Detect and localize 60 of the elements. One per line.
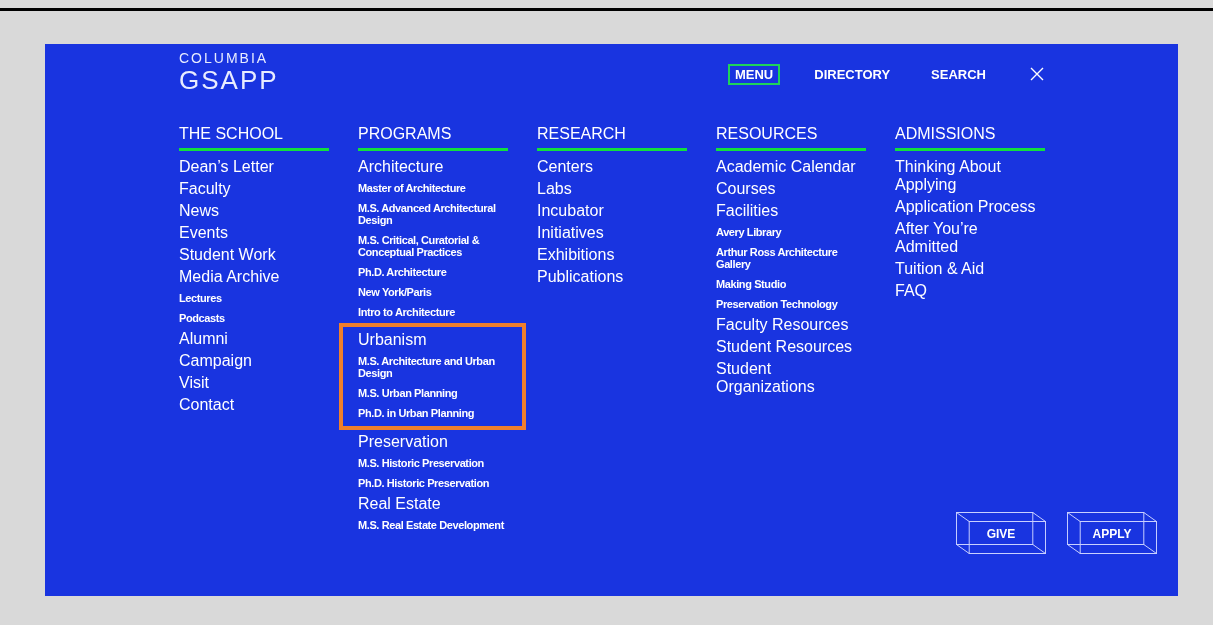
subsection-link[interactable]: Lectures [179, 288, 222, 308]
subsection-link[interactable]: M.S. Critical, Curatorial & Conceptual Practices [358, 230, 508, 262]
section-link[interactable]: Publications [537, 266, 624, 288]
close-icon[interactable] [1030, 67, 1044, 81]
section-link[interactable]: Centers [537, 156, 594, 178]
subsection-link[interactable]: Ph.D. Historic Preservation [358, 473, 490, 493]
subsection-link[interactable]: M.S. Historic Preservation [358, 453, 484, 473]
section-link[interactable]: Facilities [716, 200, 779, 222]
nav-link[interactable]: MENU [727, 63, 781, 85]
section-link[interactable]: Thinking About Applying [895, 156, 1040, 196]
nav-link[interactable]: DIRECTORY [807, 63, 898, 85]
section-link[interactable]: Events [179, 222, 228, 244]
section-link[interactable]: Media Archive [179, 266, 280, 288]
subsection-link[interactable]: M.S. Architecture and Urban Design [358, 351, 508, 383]
logo-text[interactable]: GSAPP [179, 66, 279, 94]
section-link[interactable]: Faculty Resources [716, 314, 849, 336]
section-link[interactable]: Faculty [179, 178, 231, 200]
subsection-link[interactable]: Making Studio [716, 274, 786, 294]
section-link[interactable]: Architecture [358, 156, 444, 178]
section-link[interactable]: FAQ [895, 280, 927, 302]
column-heading: RESEARCH [537, 124, 626, 144]
section-link[interactable]: Alumni [179, 328, 228, 350]
section-link[interactable]: Academic Calendar [716, 156, 856, 178]
column-heading: ADMISSIONS [895, 124, 996, 144]
section-link[interactable]: Tuition & Aid [895, 258, 985, 280]
section-link[interactable]: Courses [716, 178, 776, 200]
section-link[interactable]: Contact [179, 394, 235, 416]
subsection-link[interactable]: Preservation Technology [716, 294, 838, 314]
subsection-link[interactable]: Podcasts [179, 308, 225, 328]
section-link[interactable]: Application Process [895, 196, 1036, 218]
section-link[interactable]: Initiatives [537, 222, 604, 244]
section-link[interactable]: Incubator [537, 200, 604, 222]
section-link[interactable]: Real Estate [358, 493, 441, 515]
section-link[interactable]: Labs [537, 178, 572, 200]
column-heading: THE SCHOOL [179, 124, 283, 144]
subsection-link[interactable]: Arthur Ross Architecture Gallery [716, 242, 866, 274]
section-link[interactable]: Student Work [179, 244, 276, 266]
subsection-link[interactable]: Ph.D. in Urban Planning [358, 403, 475, 423]
section-link[interactable]: Exhibitions [537, 244, 615, 266]
section-link[interactable]: Campaign [179, 350, 252, 372]
subsection-link[interactable]: New York/Paris [358, 282, 432, 302]
subsection-link[interactable]: M.S. Advanced Architectural Design [358, 198, 508, 230]
subsection-link[interactable]: M.S. Real Estate Development [358, 515, 504, 535]
subsection-link[interactable]: M.S. Urban Planning [358, 383, 458, 403]
column-heading: PROGRAMS [358, 124, 452, 144]
section-link[interactable]: After You’re Admitted [895, 218, 1040, 258]
subsection-link[interactable]: Ph.D. Architecture [358, 262, 447, 282]
subsection-link[interactable]: Intro to Architecture [358, 302, 455, 322]
section-link[interactable]: Preservation [358, 431, 448, 453]
column-heading: RESOURCES [716, 124, 818, 144]
section-link[interactable]: Dean’s Letter [179, 156, 274, 178]
section-link[interactable]: News [179, 200, 219, 222]
section-link[interactable]: Student Resources [716, 336, 853, 358]
section-link[interactable]: Student Organizations [716, 358, 861, 398]
section-link[interactable]: Urbanism [358, 329, 427, 351]
nav-link[interactable]: SEARCH [924, 63, 993, 85]
subsection-link[interactable]: Avery Library [716, 222, 782, 242]
section-link[interactable]: Visit [179, 372, 209, 394]
logo-text[interactable]: COLUMBIA [179, 50, 279, 66]
subsection-link[interactable]: Master of Architecture [358, 178, 466, 198]
